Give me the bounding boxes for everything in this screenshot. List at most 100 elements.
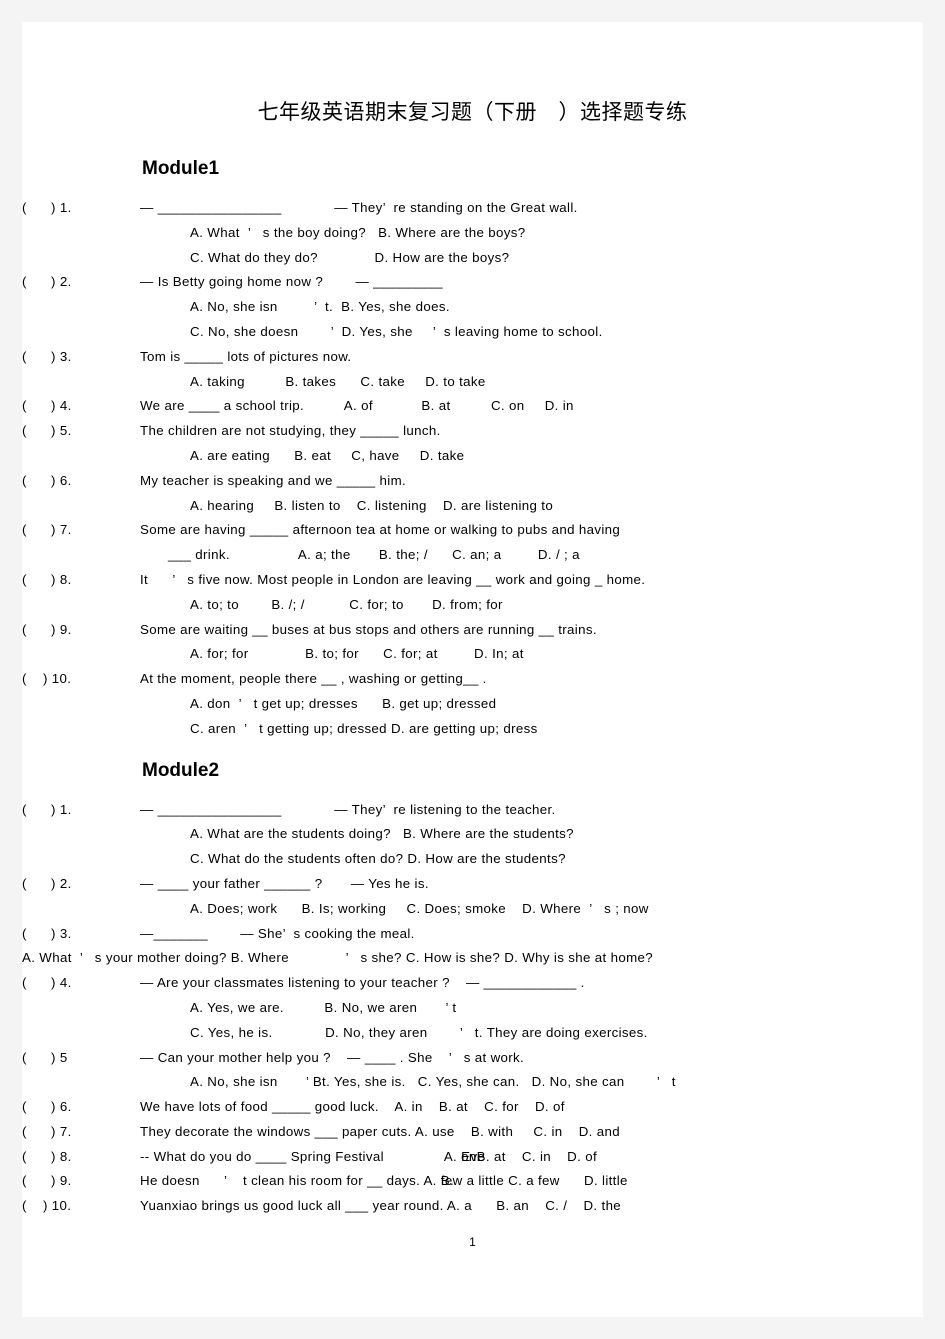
question-item[interactable]: ( ) 6. We have lots of food _____ good lu… (22, 1095, 923, 1120)
overlapping-text: few B. (441, 1169, 463, 1194)
answer-bracket[interactable]: ( ) 6. (22, 1095, 72, 1120)
module-heading: Module2 (142, 759, 220, 781)
question-stem: ( ) 3. Tom is _____ lots of pictures now. (22, 345, 899, 370)
option-line[interactable]: A. for; for B. to; for C. for; at D. In;… (140, 642, 899, 667)
question-item[interactable]: ( ) 1. — ________________ — They’ re stan… (22, 196, 923, 270)
answer-bracket[interactable]: ( ) 8. (22, 568, 72, 593)
question-text: At the moment, people there __ , washing… (140, 671, 487, 687)
question-item[interactable]: ( ) 3. Tom is _____ lots of pictures now.… (22, 345, 923, 395)
option-line[interactable]: C. No, she doesn ’ D. Yes, she ’ s leavi… (140, 320, 899, 345)
question-text: —_______ — She’ s cooking the meal. (140, 925, 415, 941)
option-line[interactable]: C. What do the students often do? D. How… (140, 847, 899, 872)
answer-bracket[interactable]: ( ) 7. (22, 518, 72, 543)
answer-bracket[interactable]: ( ) 1. (22, 798, 72, 823)
question-item[interactable]: ( ) 7. Some are having _____ afternoon te… (22, 518, 923, 568)
question-stem: ( ) 5. The children are not studying, the… (22, 419, 899, 444)
question-text-post: a little C. a few D. little (462, 1173, 628, 1189)
question-item[interactable]: ( ) 8. It ’ s five now. Most people in Lo… (22, 568, 923, 618)
option-line[interactable]: A. Yes, we are. B. No, we aren ’ t (140, 996, 899, 1021)
page-title: 七年级英语期末复习题（下册 ）选择题专练 (257, 100, 688, 124)
answer-bracket[interactable]: ( ) 3. (22, 345, 72, 370)
option-line[interactable]: A. don ’ t get up; dresses B. get up; dr… (140, 692, 899, 717)
question-stem: ( ) 5 — Can your mother help you ? — ____… (22, 1046, 899, 1071)
option-line[interactable]: C. Yes, he is. D. No, they aren ’ t. The… (140, 1021, 899, 1046)
question-item[interactable]: ( ) 4. — Are your classmates listening to… (22, 971, 923, 1045)
answer-bracket[interactable]: ( ) 1. (22, 196, 72, 221)
option-line[interactable]: A. No, she isn ’ t. B. Yes, she does. (140, 295, 899, 320)
question-item[interactable]: ( ) 2. — ____ your father ______ ? — Yes … (22, 872, 923, 922)
question-item[interactable]: ( ) 4. We are ____ a school trip. A. of B… (22, 394, 923, 419)
option-line-flush[interactable]: A. What ’ s your mother doing? B. Where … (22, 946, 899, 971)
answer-bracket[interactable]: ( ) 8. (22, 1145, 72, 1170)
answer-bracket[interactable]: ( ) 7. (22, 1120, 72, 1145)
question-text: Yuanxiao brings us good luck all ___ yea… (140, 1198, 622, 1214)
question-text: — Is Betty going home now ? — _________ (140, 274, 443, 290)
question-stem: ( ) 4. We are ____ a school trip. A. of B… (22, 394, 899, 419)
overlap-over-text: Eve (461, 1148, 486, 1164)
question-text: — ____ your father ______ ? — Yes he is. (140, 875, 429, 891)
answer-bracket[interactable]: ( ) 4. (22, 394, 72, 419)
question-text: Tom is _____ lots of pictures now. (140, 348, 352, 364)
option-line[interactable]: C. aren ’ t getting up; dressed D. are g… (140, 717, 899, 742)
option-line[interactable]: A. are eating B. eat C, have D. take (140, 444, 899, 469)
question-stem: ( ) 4. — Are your classmates listening to… (22, 971, 899, 996)
question-item[interactable]: ( ) 9. He doesn ’ t clean his room for __… (22, 1169, 923, 1194)
option-line[interactable]: C. What do they do? D. How are the boys? (140, 246, 899, 271)
answer-bracket[interactable]: ( ) 3. (22, 922, 72, 947)
option-line[interactable]: A. Does; work B. Is; working C. Does; sm… (140, 897, 899, 922)
question-item[interactable]: ( ) 3. —_______ — She’ s cooking the meal… (22, 922, 923, 972)
question-item[interactable]: ( ) 5 — Can your mother help you ? — ____… (22, 1046, 923, 1096)
question-text: The children are not studying, they ____… (140, 423, 441, 439)
question-stem: ( ) 9. He doesn ’ t clean his room for __… (22, 1169, 899, 1194)
answer-bracket[interactable]: ( ) 10. (22, 1194, 71, 1219)
question-stem: ( ) 6. We have lots of food _____ good lu… (22, 1095, 899, 1120)
option-line[interactable]: A. No, she isn ’ Bt. Yes, she is. C. Yes… (140, 1070, 899, 1095)
question-text: My teacher is speaking and we _____ him. (140, 472, 407, 488)
question-item[interactable]: ( ) 8. -- What do you do ____ Spring Fest… (22, 1145, 923, 1170)
question-stem: ( ) 1. — ________________ — They’ re list… (22, 798, 899, 823)
question-item[interactable]: ( ) 9. Some are waiting __ buses at bus s… (22, 618, 923, 668)
option-line[interactable]: A. taking B. takes C. take D. to take (140, 370, 899, 395)
module-heading: Module1 (142, 158, 220, 179)
question-stem: ( ) 10. Yuanxiao brings us good luck all … (22, 1194, 899, 1219)
option-line[interactable]: A. What are the students doing? B. Where… (140, 822, 899, 847)
question-stem: ( ) 7. Some are having _____ afternoon te… (22, 518, 899, 543)
answer-bracket[interactable]: ( ) 9. (22, 1169, 72, 1194)
answer-bracket[interactable]: ( ) 6. (22, 469, 72, 494)
answer-bracket[interactable]: ( ) 5 (22, 1046, 68, 1071)
question-text: It ’ s five now. Most people in London a… (140, 571, 646, 587)
module-heading-wrap: Module1 (22, 140, 923, 196)
question-item[interactable]: ( ) 6. My teacher is speaking and we ____… (22, 469, 923, 519)
answer-bracket[interactable]: ( ) 2. (22, 872, 72, 897)
document-body: Module1 ( ) 1. — ________________ — They’ … (22, 140, 923, 1219)
question-stem: ( ) 8. It ’ s five now. Most people in Lo… (22, 568, 899, 593)
option-line[interactable]: A. to; to B. /; / C. for; to D. from; fo… (140, 593, 899, 618)
answer-bracket[interactable]: ( ) 9. (22, 618, 72, 643)
question-item[interactable]: ( ) 10. Yuanxiao brings us good luck all … (22, 1194, 923, 1219)
question-stem: ( ) 9. Some are waiting __ buses at bus s… (22, 618, 899, 643)
document-page: 七年级英语期末复习题（下册 ）选择题专练 Module1 ( ) 1. — ____… (22, 22, 923, 1317)
module-block: Module2 ( ) 1. — ________________ — They’ … (22, 742, 923, 1220)
question-stem: ( ) 7. They decorate the windows ___ pape… (22, 1120, 899, 1145)
question-item[interactable]: ( ) 5. The children are not studying, the… (22, 419, 923, 469)
question-text: We are ____ a school trip. A. of B. at C… (140, 398, 574, 414)
question-item[interactable]: ( ) 10. At the moment, people there __ , … (22, 667, 923, 741)
question-text: Some are waiting __ buses at bus stops a… (140, 621, 597, 637)
answer-bracket[interactable]: ( ) 10. (22, 667, 71, 692)
overlapping-text: on Eve (461, 1145, 485, 1170)
question-item[interactable]: ( ) 2. — Is Betty going home now ? — ____… (22, 270, 923, 344)
overlap-over-text: B. (440, 1173, 455, 1189)
question-text: — Can your mother help you ? — ____ . Sh… (140, 1049, 525, 1065)
page-number: 1 (469, 1235, 476, 1249)
answer-bracket[interactable]: ( ) 2. (22, 270, 72, 295)
option-line[interactable]: A. What ’ s the boy doing? B. Where are … (140, 221, 899, 246)
question-item[interactable]: ( ) 1. — ________________ — They’ re list… (22, 798, 923, 872)
question-text: Some are having _____ afternoon tea at h… (140, 522, 621, 538)
answer-bracket[interactable]: ( ) 4. (22, 971, 72, 996)
question-item[interactable]: ( ) 7. They decorate the windows ___ pape… (22, 1120, 923, 1145)
question-text-pre: He doesn ’ t clean his room for __ days.… (140, 1173, 441, 1189)
question-stem: ( ) 1. — ________________ — They’ re stan… (22, 196, 899, 221)
answer-bracket[interactable]: ( ) 5. (22, 419, 72, 444)
option-line[interactable]: A. hearing B. listen to C. listening D. … (140, 494, 899, 519)
question-stem: ( ) 2. — ____ your father ______ ? — Yes … (22, 872, 899, 897)
